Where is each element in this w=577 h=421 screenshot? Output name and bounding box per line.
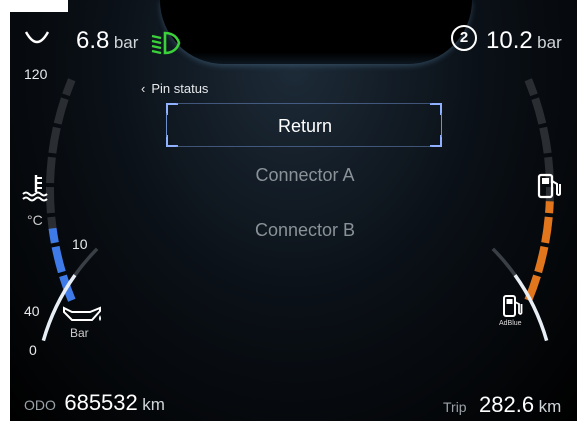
- coolant-temperature-icon: [22, 175, 48, 202]
- menu-item-connector-a[interactable]: Connector A: [160, 165, 450, 186]
- chevron-left-icon: ‹: [141, 81, 146, 96]
- circuit-2-badge-icon: 2: [451, 25, 477, 51]
- left-gauge-top-label: 120: [24, 66, 48, 82]
- trip-meter: Trip 282.6 km: [443, 392, 561, 418]
- instrument-cluster-screen: 6.8 bar 2 10.2 bar 120 °C 10 40 0 Bar Ad…: [10, 0, 577, 421]
- adblue-label: AdBlue: [499, 320, 522, 327]
- trip-label: Trip: [443, 399, 467, 415]
- left-scale-low-label: 40: [24, 303, 40, 319]
- breadcrumb-label: Pin status: [151, 81, 209, 96]
- breadcrumb[interactable]: ‹ Pin status: [141, 81, 208, 96]
- brake-pressure-icon: [24, 31, 50, 44]
- oil-pressure-icon: [63, 306, 101, 321]
- odometer: ODO 685532 km: [24, 390, 165, 416]
- odometer-unit: km: [142, 395, 165, 414]
- top-right-pressure-value: 10.2: [486, 27, 533, 54]
- top-left-pressure: 6.8 bar: [76, 27, 138, 55]
- oil-scale-mid-label: 10: [72, 236, 88, 252]
- top-left-pressure-value: 6.8: [76, 27, 110, 54]
- menu-item-connector-b[interactable]: Connector B: [160, 220, 450, 241]
- temperature-unit: °C: [27, 212, 43, 228]
- oil-scale-zero-label: 0: [29, 342, 37, 358]
- odometer-label: ODO: [24, 397, 56, 413]
- top-right-pressure-unit: bar: [537, 33, 562, 52]
- screen-corner-mask: [0, 0, 68, 12]
- low-beam-headlight-icon: [151, 31, 181, 55]
- fuel-gauge-fill: [524, 201, 554, 302]
- adblue-gauge-dark: [491, 247, 517, 277]
- fuel-pump-icon: [537, 173, 561, 199]
- top-right-pressure: 10.2 bar: [486, 27, 562, 55]
- trip-unit: km: [538, 397, 562, 416]
- menu-item-return[interactable]: Return: [160, 116, 450, 137]
- circuit-badge-number: 2: [459, 29, 469, 46]
- adblue-pump-icon: [503, 295, 523, 317]
- trip-value: 282.6: [479, 392, 535, 417]
- top-left-pressure-unit: bar: [113, 33, 139, 52]
- oil-pressure-unit: Bar: [70, 326, 89, 340]
- right-gauge-arcs: [491, 78, 554, 342]
- odometer-value: 685532: [64, 390, 138, 415]
